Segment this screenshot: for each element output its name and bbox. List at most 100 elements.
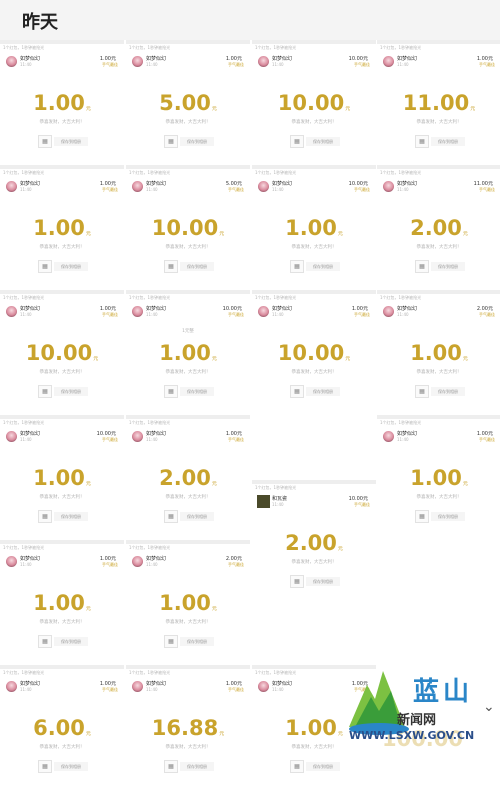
qr-code-icon[interactable]: ▦ (38, 385, 52, 398)
received-time: 11:40 (146, 62, 158, 67)
qr-code-icon[interactable]: ▦ (164, 385, 178, 398)
sender-avatar (6, 556, 17, 567)
received-time: 11:40 (146, 187, 158, 192)
red-packet-card[interactable]: 1个红包，1秒钟被抢光 如梦似幻 11:40 1.00元 手气最佳 1.00元 恭喜发财，大… (0, 40, 124, 164)
red-packet-card[interactable]: 1个红包，1秒钟被抢光 如梦似幻 11:40 2.00元 手气最佳 1.00元 恭喜发财，大… (126, 540, 250, 664)
red-packet-card[interactable]: 1个红包，1秒钟被抢光 如梦似幻 11:40 1.00元 手气最佳 1.00元 恭喜发财，大… (0, 165, 124, 289)
save-to-album-button[interactable]: 保存到相册 (431, 512, 465, 521)
chevron-down-icon: ⌄ (483, 699, 495, 715)
qr-code-icon[interactable]: ▦ (415, 260, 429, 273)
amount-value: 6.00 (33, 716, 85, 740)
save-to-album-button[interactable]: 保存到相册 (54, 137, 88, 146)
save-to-album-button[interactable]: 保存到相册 (306, 762, 340, 771)
amount-value: 5.00 (159, 91, 211, 115)
sender-name: 如梦似幻 (146, 181, 167, 187)
received-time: 11:40 (397, 312, 409, 317)
qr-code-icon[interactable]: ▦ (164, 510, 178, 523)
amount-value: 16.88 (151, 716, 219, 740)
best-luck-badge: 手气最佳 (228, 312, 244, 317)
card-divider (126, 165, 250, 169)
red-packet-card[interactable]: 1个红包，1秒钟被抢光 如梦似幻 11:40 1.00元 手气最佳 1.00元 恭喜发财，大… (0, 540, 124, 664)
amount-value: 10.00 (25, 341, 93, 365)
red-packet-card[interactable]: 1个红包，1秒钟被抢光 如梦似幻 11:40 1.00元 手气最佳 10.00元 恭喜发财，… (0, 290, 124, 414)
save-to-album-button[interactable]: 保存到相册 (180, 512, 214, 521)
qr-code-icon[interactable]: ▦ (415, 385, 429, 398)
amount-value: 11.00 (402, 91, 470, 115)
red-packet-card[interactable]: 1个红包，1秒钟被抢光 如梦似幻 11:40 1.00元 手气最佳 16.88元 恭喜发财，… (126, 665, 250, 789)
qr-code-icon[interactable]: ▦ (290, 385, 304, 398)
save-to-album-button[interactable]: 保存到相册 (431, 137, 465, 146)
best-luck-badge: 手气最佳 (228, 187, 244, 192)
red-packet-card[interactable]: 1个红包，1秒钟被抢光 如梦似幻 11:40 1.00元 手气最佳 11.00元 恭喜发财，… (377, 40, 500, 164)
save-to-album-button[interactable]: 保存到相册 (431, 387, 465, 396)
red-packet-amount: 5.00元 (126, 91, 250, 115)
qr-code-icon[interactable]: ▦ (38, 760, 52, 773)
qr-code-icon[interactable]: ▦ (38, 635, 52, 648)
qr-code-icon[interactable]: ▦ (164, 635, 178, 648)
red-packet-card[interactable]: 1个红包，1秒钟被抢光 如梦似幻 11:40 2.00元 手气最佳 1.00元 恭喜发财，大… (377, 290, 500, 414)
qr-code-icon[interactable]: ▦ (290, 760, 304, 773)
amount-value: 1.00 (33, 466, 85, 490)
save-to-album-button[interactable]: 保存到相册 (180, 637, 214, 646)
save-to-album-button[interactable]: 保存到相册 (180, 262, 214, 271)
red-packet-card[interactable]: 1个红包，1秒钟被抢光 如梦似幻 11:40 10.00元 手气最佳 1元整 1.00元 恭喜… (126, 290, 250, 414)
sender-name: 如梦似幻 (20, 181, 41, 187)
save-to-album-button[interactable]: 保存到相册 (54, 637, 88, 646)
qr-code-icon[interactable]: ▦ (164, 260, 178, 273)
qr-code-icon[interactable]: ▦ (290, 260, 304, 273)
save-to-album-button[interactable]: 保存到相册 (306, 137, 340, 146)
save-to-album-button[interactable]: 保存到相册 (306, 262, 340, 271)
save-to-album-button[interactable]: 保存到相册 (180, 762, 214, 771)
red-packet-card[interactable]: 1个红包，1秒钟被抢光 如梦似幻 11:40 1.00元 手气最佳 6.00元 恭喜发财，大… (0, 665, 124, 789)
sender-avatar (258, 181, 269, 192)
amount-value: 2.00 (410, 216, 462, 240)
amount-value: 10.00 (277, 91, 345, 115)
amount-value: 1.00 (33, 216, 85, 240)
qr-code-icon[interactable]: ▦ (164, 135, 178, 148)
qr-code-icon[interactable]: ▦ (290, 575, 304, 588)
qr-code-icon[interactable]: ▦ (415, 135, 429, 148)
currency-unit: 元 (337, 731, 343, 737)
red-packet-card[interactable]: 1个红包，1秒钟被抢光 如梦似幻 11:40 1.00元 手气最佳 5.00元 恭喜发财，大… (126, 40, 250, 164)
amount-value: 1.00 (33, 591, 85, 615)
sender-avatar (132, 306, 143, 317)
save-to-album-button[interactable]: 保存到相册 (431, 262, 465, 271)
save-to-album-button[interactable]: 保存到相册 (54, 762, 88, 771)
qr-code-icon[interactable]: ▦ (38, 135, 52, 148)
red-packet-card[interactable]: 1个红包，1秒钟被抢光 如梦似幻 11:40 10.00元 手气最佳 10.00元 恭喜发财… (252, 40, 376, 164)
qr-code-icon[interactable]: ▦ (290, 135, 304, 148)
wish-text: 恭喜发财，大吉大利！ (416, 245, 462, 250)
save-to-album-button[interactable]: 保存到相册 (306, 387, 340, 396)
watermark-subtitle: 新闻网 (397, 713, 437, 728)
red-packet-card[interactable]: 1个红包，1秒钟被抢光 如梦似幻 11:40 11.00元 手气最佳 2.00元 恭喜发财，… (377, 165, 500, 289)
save-to-album-button[interactable]: 保存到相册 (306, 577, 340, 586)
qr-code-icon[interactable]: ▦ (38, 510, 52, 523)
red-packet-card[interactable]: 1个红包，1秒钟被抢光 如梦似幻 11:40 1.00元 手气最佳 10.00元 恭喜发财，… (252, 290, 376, 414)
currency-unit: 元 (211, 106, 217, 112)
received-time: 11:40 (272, 187, 284, 192)
save-to-album-button[interactable]: 保存到相册 (54, 387, 88, 396)
received-amount: 1.00元 (351, 306, 368, 312)
best-luck-badge: 手气最佳 (354, 312, 370, 317)
red-packet-amount: 2.00元 (377, 216, 500, 240)
save-to-album-button[interactable]: 保存到相册 (180, 137, 214, 146)
received-time: 11:40 (397, 187, 409, 192)
save-to-album-button[interactable]: 保存到相册 (54, 512, 88, 521)
red-packet-amount: 10.00元 (252, 341, 376, 365)
red-packet-card[interactable]: 1个红包，1秒钟被抢光 如梦似幻 11:40 5.00元 手气最佳 10.00元 恭喜发财，… (126, 165, 250, 289)
save-to-album-button[interactable]: 保存到相册 (180, 387, 214, 396)
red-packet-card[interactable]: 1个红包，1秒钟被抢光 如梦似幻 11:40 10.00元 手气最佳 1.00元 恭喜发财，… (252, 165, 376, 289)
qr-code-icon[interactable]: ▦ (38, 260, 52, 273)
red-packet-card[interactable]: 1个红包，1秒钟被抢光 和瓦瓷 11:40 10.00元 手气最佳 2.00元 恭喜发财，大… (252, 480, 376, 604)
packet-info: 1个红包，1秒钟被抢光 (3, 670, 45, 675)
red-packet-card[interactable]: 1个红包，1秒钟被抢光 如梦似幻 11:40 1.00元 手气最佳 1.00元 恭喜发财，大… (377, 415, 500, 539)
red-packet-card[interactable]: 1个红包，1秒钟被抢光 如梦似幻 11:40 10.00元 手气最佳 1.00元 恭喜发财，… (0, 415, 124, 539)
wish-text: 恭喜发财，大吉大利！ (39, 495, 85, 500)
qr-code-icon[interactable]: ▦ (164, 760, 178, 773)
save-to-album-button[interactable]: 保存到相册 (54, 262, 88, 271)
qr-code-icon[interactable]: ▦ (415, 510, 429, 523)
received-amount: 1.00元 (225, 56, 242, 62)
received-time: 11:40 (20, 437, 32, 442)
red-packet-card[interactable]: 1个红包，1秒钟被抢光 如梦似幻 11:40 1.00元 手气最佳 2.00元 恭喜发财，大… (126, 415, 250, 539)
currency-unit: 元 (211, 356, 217, 362)
